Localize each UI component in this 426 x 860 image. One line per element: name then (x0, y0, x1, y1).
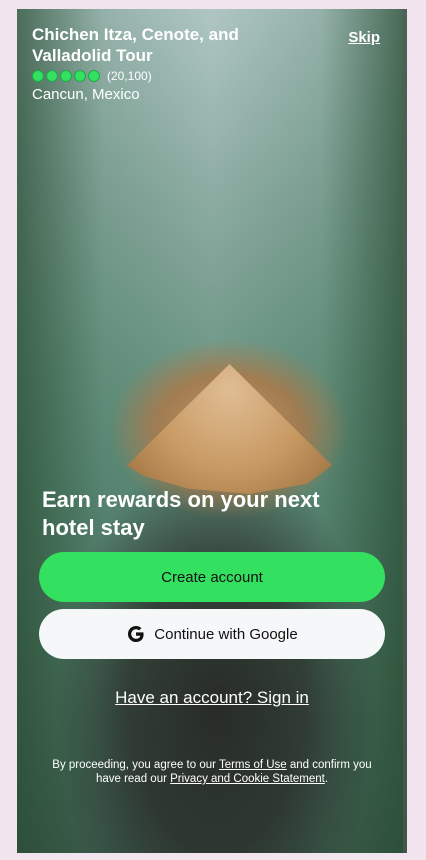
continue-with-google-button[interactable]: Continue with Google (39, 609, 385, 659)
privacy-statement-link[interactable]: Privacy and Cookie Statement (170, 773, 325, 785)
background-photo-hat (127, 364, 332, 494)
tour-header: Chichen Itza, Cenote, and Valladolid Tou… (32, 24, 272, 103)
create-account-label: Create account (161, 568, 263, 586)
tour-location: Cancun, Mexico (32, 86, 140, 103)
rating-dot-icon (88, 70, 100, 82)
onboarding-screen: Chichen Itza, Cenote, and Valladolid Tou… (17, 9, 407, 853)
tour-title: Chichen Itza, Cenote, and Valladolid Tou… (32, 25, 239, 65)
terms-of-use-link[interactable]: Terms of Use (219, 759, 287, 771)
legal-prefix: By proceeding, you agree to our (52, 759, 219, 771)
sign-in-link[interactable]: Have an account? Sign in (17, 688, 407, 708)
review-count: (20,100) (107, 69, 152, 83)
rating-dot-icon (60, 70, 72, 82)
legal-notice: By proceeding, you agree to our Terms of… (42, 758, 382, 786)
promo-headline: Earn rewards on your next hotel stay (42, 487, 320, 540)
rating-dot-icon (74, 70, 86, 82)
skip-link[interactable]: Skip (348, 29, 380, 46)
google-g-icon (126, 624, 146, 644)
legal-suffix: . (324, 773, 329, 785)
rating-dot-icon (32, 70, 44, 82)
rating-dot-icon (46, 70, 58, 82)
google-label: Continue with Google (154, 625, 298, 643)
rating-row: (20,100) (32, 69, 272, 83)
create-account-button[interactable]: Create account (39, 552, 385, 602)
